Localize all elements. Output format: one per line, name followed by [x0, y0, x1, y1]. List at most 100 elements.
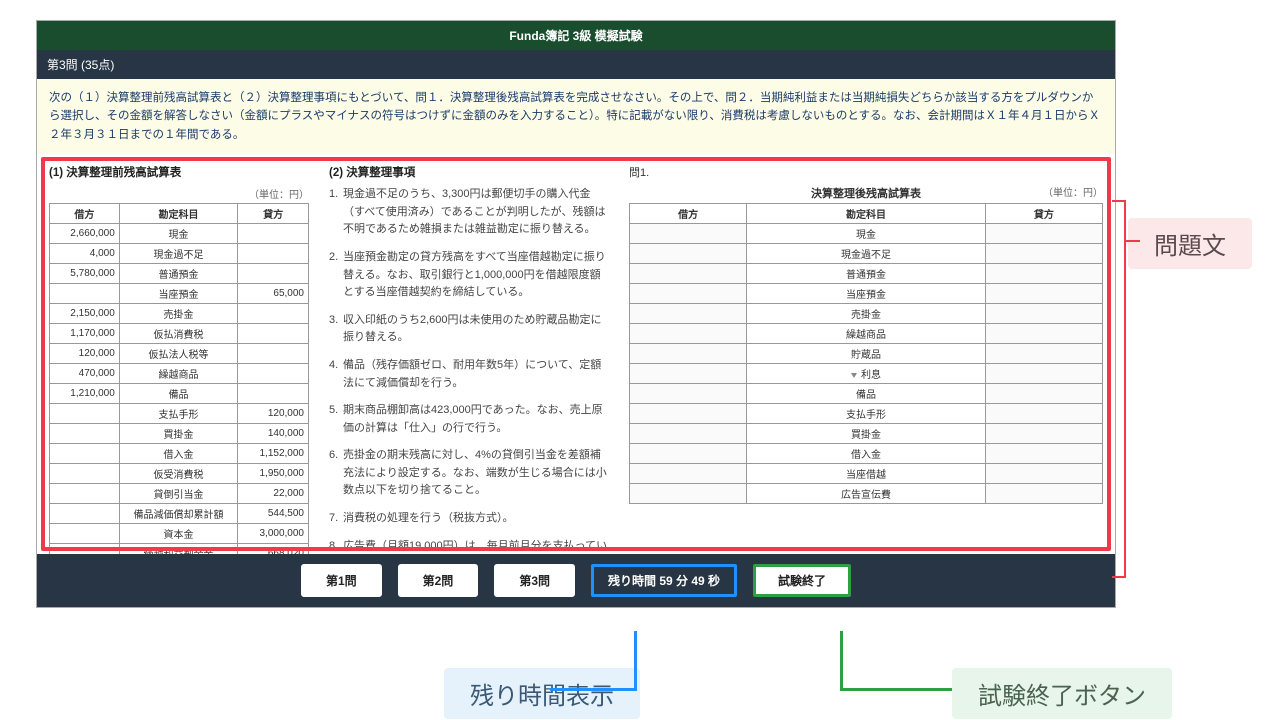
pre-credit-cell: [238, 244, 309, 264]
post-credit-input[interactable]: [985, 384, 1102, 404]
post-debit-input[interactable]: [630, 304, 747, 324]
post-account-cell: 当座借越: [747, 464, 986, 484]
table-row: 貯蔵品: [630, 344, 1103, 364]
app-window: Funda簿記 3級 模擬試験 第3問 (35点) 次の（１）決算整理前残高試算…: [36, 20, 1116, 608]
post-debit-input[interactable]: [630, 464, 747, 484]
post-credit-input[interactable]: [985, 404, 1102, 424]
post-credit-input[interactable]: [985, 464, 1102, 484]
pre-account-cell: 仮払消費税: [119, 324, 238, 344]
post-debit-input[interactable]: [630, 484, 747, 504]
table-row: 当座借越: [630, 464, 1103, 484]
nav-q1-button[interactable]: 第1問: [301, 564, 382, 597]
post-debit-input[interactable]: [630, 384, 747, 404]
pre-credit-cell: [238, 224, 309, 244]
section-pre-title: (1) 決算整理前残高試算表: [49, 164, 309, 180]
post-col-credit: 貸方: [985, 204, 1102, 224]
pre-credit-cell: [238, 364, 309, 384]
post-account-cell: 繰越商品: [747, 324, 986, 344]
pre-account-cell: 買掛金: [119, 424, 238, 444]
adj-num: 1.: [329, 186, 343, 239]
table-row: 当座預金: [630, 284, 1103, 304]
pre-debit-cell: 4,000: [50, 244, 120, 264]
pre-account-cell: 備品: [119, 384, 238, 404]
pre-credit-cell: 120,000: [238, 404, 309, 424]
table-row: 支払手形120,000: [50, 404, 309, 424]
pre-account-cell: 当座預金: [119, 284, 238, 304]
question-statement: 次の（１）決算整理前残高試算表と（２）決算整理事項にもとづいて、問１．決算整理後…: [37, 79, 1115, 154]
pre-account-cell: 資本金: [119, 524, 238, 544]
post-col-account: 勘定科目: [747, 204, 986, 224]
table-row: 貸倒引当金22,000: [50, 484, 309, 504]
post-title: 決算整理後残高試算表: [689, 185, 1043, 201]
list-item: 3.収入印紙のうち2,600円は未使用のため貯蔵品勘定に振り替える。: [329, 312, 609, 347]
section-pre-trial-balance: (1) 決算整理前残高試算表 （単位：円） 借方 勘定科目 貸方 2,660,0…: [49, 164, 309, 554]
table-row: 売掛金: [630, 304, 1103, 324]
nav-q2-button[interactable]: 第2問: [398, 564, 479, 597]
post-debit-input[interactable]: [630, 404, 747, 424]
pre-credit-cell: [238, 324, 309, 344]
pre-credit-cell: 22,000: [238, 484, 309, 504]
post-debit-input[interactable]: [630, 284, 747, 304]
pre-credit-cell: [238, 344, 309, 364]
table-row: 利息: [630, 364, 1103, 384]
app-title: Funda簿記 3級 模擬試験: [37, 21, 1115, 50]
pre-debit-cell: 120,000: [50, 344, 120, 364]
pre-account-cell: 仮受消費税: [119, 464, 238, 484]
post-account-cell: 売掛金: [747, 304, 986, 324]
post-debit-input[interactable]: [630, 364, 747, 384]
pre-debit-cell: [50, 544, 120, 555]
nav-q3-button[interactable]: 第3問: [494, 564, 575, 597]
adj-text: 現金過不足のうち、3,300円は郵便切手の購入代金（すべて使用済み）であることが…: [343, 186, 609, 239]
table-row: 支払手形: [630, 404, 1103, 424]
post-debit-input[interactable]: [630, 344, 747, 364]
post-credit-input[interactable]: [985, 284, 1102, 304]
pre-debit-cell: [50, 404, 120, 424]
pre-credit-cell: [238, 384, 309, 404]
callout-timer-label: 残り時間表示: [444, 668, 640, 719]
table-row: 広告宣伝費: [630, 484, 1103, 504]
post-credit-input[interactable]: [985, 224, 1102, 244]
pre-col-credit: 貸方: [238, 204, 309, 224]
post-debit-input[interactable]: [630, 444, 747, 464]
post-debit-input[interactable]: [630, 264, 747, 284]
table-row: 備品減価償却累計額544,500: [50, 504, 309, 524]
pre-account-cell: 繰越利益剰余金: [119, 544, 238, 555]
pre-credit-cell: 65,000: [238, 284, 309, 304]
post-credit-input[interactable]: [985, 364, 1102, 384]
callout-end-label: 試験終了ボタン: [952, 668, 1172, 719]
post-debit-input[interactable]: [630, 224, 747, 244]
post-debit-input[interactable]: [630, 324, 747, 344]
table-row: 2,660,000現金: [50, 224, 309, 244]
post-credit-input[interactable]: [985, 444, 1102, 464]
pre-account-cell: 繰越商品: [119, 364, 238, 384]
post-trial-table: 借方 勘定科目 貸方 現金現金過不足普通預金当座預金売掛金繰越商品貯蔵品利息備品…: [629, 203, 1103, 504]
list-item: 5.期末商品棚卸高は423,000円であった。なお、売上原価の計算は「仕入」の行…: [329, 402, 609, 437]
adj-text: 消費税の処理を行う（税抜方式）。: [343, 510, 609, 528]
adj-num: 2.: [329, 249, 343, 302]
adjustments-list: 1.現金過不足のうち、3,300円は郵便切手の購入代金（すべて使用済み）であるこ…: [329, 186, 609, 554]
adj-text: 収入印紙のうち2,600円は未使用のため貯蔵品勘定に振り替える。: [343, 312, 609, 347]
adj-text: 期末商品棚卸高は423,000円であった。なお、売上原価の計算は「仕入」の行で行…: [343, 402, 609, 437]
table-row: 繰越利益剰余金668,020: [50, 544, 309, 555]
pre-account-cell: 貸倒引当金: [119, 484, 238, 504]
list-item: 7.消費税の処理を行う（税抜方式）。: [329, 510, 609, 528]
post-credit-input[interactable]: [985, 424, 1102, 444]
pre-account-cell: 現金: [119, 224, 238, 244]
content-area: (1) 決算整理前残高試算表 （単位：円） 借方 勘定科目 貸方 2,660,0…: [37, 154, 1115, 554]
post-credit-input[interactable]: [985, 484, 1102, 504]
list-item: 2.当座預金勘定の貸方残高をすべて当座借越勘定に振り替える。なお、取引銀行と1,…: [329, 249, 609, 302]
pre-debit-cell: 2,150,000: [50, 304, 120, 324]
post-credit-input[interactable]: [985, 324, 1102, 344]
post-account-select[interactable]: 利息: [747, 364, 986, 384]
post-credit-input[interactable]: [985, 264, 1102, 284]
table-row: 470,000繰越商品: [50, 364, 309, 384]
pre-debit-cell: [50, 504, 120, 524]
post-credit-input[interactable]: [985, 344, 1102, 364]
post-debit-input[interactable]: [630, 244, 747, 264]
pre-account-cell: 現金過不足: [119, 244, 238, 264]
post-credit-input[interactable]: [985, 244, 1102, 264]
post-debit-input[interactable]: [630, 424, 747, 444]
end-exam-button[interactable]: 試験終了: [753, 564, 851, 597]
table-row: 当座預金65,000: [50, 284, 309, 304]
post-credit-input[interactable]: [985, 304, 1102, 324]
